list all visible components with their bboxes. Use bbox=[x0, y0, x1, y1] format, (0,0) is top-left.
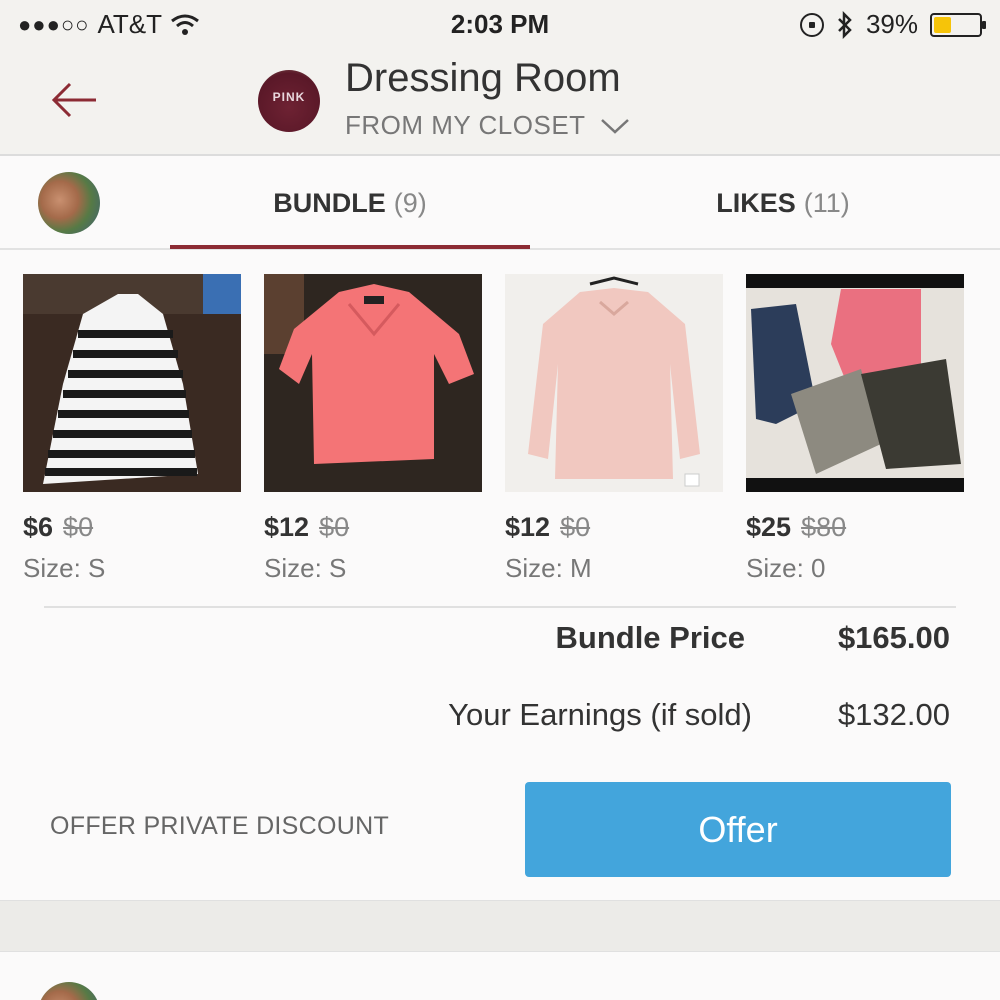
item-original-price: $0 bbox=[560, 512, 591, 542]
tab-bundle-count: (9) bbox=[393, 187, 427, 218]
coral-blouse-image bbox=[264, 274, 482, 492]
blush-blouse-image bbox=[505, 274, 723, 492]
tab-likes-label: LIKES bbox=[716, 187, 796, 218]
item-size: Size: 0 bbox=[746, 553, 826, 583]
item-size: Size: S bbox=[23, 553, 106, 583]
item-price-row: $6 $0 bbox=[23, 512, 241, 543]
closet-selector[interactable]: FROM MY CLOSET bbox=[345, 110, 630, 141]
earnings-value: $132.00 bbox=[837, 697, 950, 732]
battery-fill bbox=[934, 16, 951, 33]
bundle-price-value: $165.00 bbox=[837, 620, 950, 655]
offer-private-discount-link[interactable]: OFFER PRIVATE DISCOUNT bbox=[50, 812, 389, 841]
summary-divider bbox=[44, 606, 956, 608]
back-button[interactable] bbox=[48, 72, 104, 128]
item-size: Size: S bbox=[264, 553, 347, 583]
bundle-items: $6 $0 Size: S $12 $0 Size: S $12 $0 Size… bbox=[0, 250, 1000, 590]
back-arrow-icon bbox=[51, 82, 96, 118]
battery-percent: 39% bbox=[865, 9, 918, 39]
item-photo[interactable] bbox=[505, 274, 723, 492]
item-price-row: $12 $0 bbox=[505, 512, 723, 543]
navigation-header: PINK Dressing Room FROM MY CLOSET bbox=[0, 52, 1000, 156]
avatar-logo-text: PINK bbox=[272, 90, 306, 104]
item-original-price: $80 bbox=[801, 512, 847, 542]
item-price: $6 bbox=[23, 512, 54, 542]
item-original-price: $0 bbox=[63, 512, 94, 542]
list-item[interactable]: $12 $0 Size: S bbox=[264, 274, 482, 584]
item-price-row: $12 $0 bbox=[264, 512, 482, 543]
item-price: $25 bbox=[746, 512, 792, 542]
tab-bundle[interactable]: BUNDLE (9) bbox=[170, 156, 530, 250]
item-photo[interactable] bbox=[264, 274, 482, 492]
list-item[interactable]: $25 $80 Size: 0 bbox=[746, 274, 964, 584]
status-bar: ●●●○○ AT&T 2:03 PM 39% bbox=[0, 0, 1000, 52]
chevron-down-icon bbox=[600, 118, 629, 134]
list-item[interactable]: $6 $0 Size: S bbox=[23, 274, 241, 584]
item-price-row: $25 $80 bbox=[746, 512, 964, 543]
buyer-avatar[interactable] bbox=[38, 172, 100, 234]
tab-likes[interactable]: LIKES (11) bbox=[600, 156, 966, 250]
item-size: Size: M bbox=[505, 553, 592, 583]
page-title: Dressing Room bbox=[345, 56, 621, 100]
battery-icon bbox=[930, 12, 986, 37]
striped-tank-top-image bbox=[23, 274, 241, 492]
item-photo[interactable] bbox=[23, 274, 241, 492]
item-price: $12 bbox=[505, 512, 551, 542]
status-right: 39% bbox=[799, 9, 986, 40]
shorts-bundle-image bbox=[746, 274, 964, 492]
closet-selector-label: FROM MY CLOSET bbox=[345, 110, 586, 140]
offer-button[interactable]: Offer bbox=[525, 782, 951, 877]
item-original-price: $0 bbox=[319, 512, 350, 542]
item-price: $12 bbox=[264, 512, 310, 542]
bluetooth-icon bbox=[838, 10, 852, 39]
tabs-row: BUNDLE (9) LIKES (11) bbox=[0, 156, 1000, 250]
next-buyer-avatar[interactable] bbox=[38, 982, 100, 1000]
item-photo[interactable] bbox=[746, 274, 964, 492]
list-item[interactable]: $12 $0 Size: M bbox=[505, 274, 723, 584]
rotation-lock-icon bbox=[799, 12, 824, 37]
closet-avatar[interactable]: PINK bbox=[258, 70, 320, 132]
tab-likes-count: (11) bbox=[803, 187, 850, 218]
section-separator bbox=[0, 900, 1000, 952]
active-tab-indicator bbox=[170, 245, 530, 249]
earnings-label: Your Earnings (if sold) bbox=[448, 697, 752, 732]
bundle-price-label: Bundle Price bbox=[555, 620, 746, 655]
tab-bundle-label: BUNDLE bbox=[273, 187, 386, 218]
